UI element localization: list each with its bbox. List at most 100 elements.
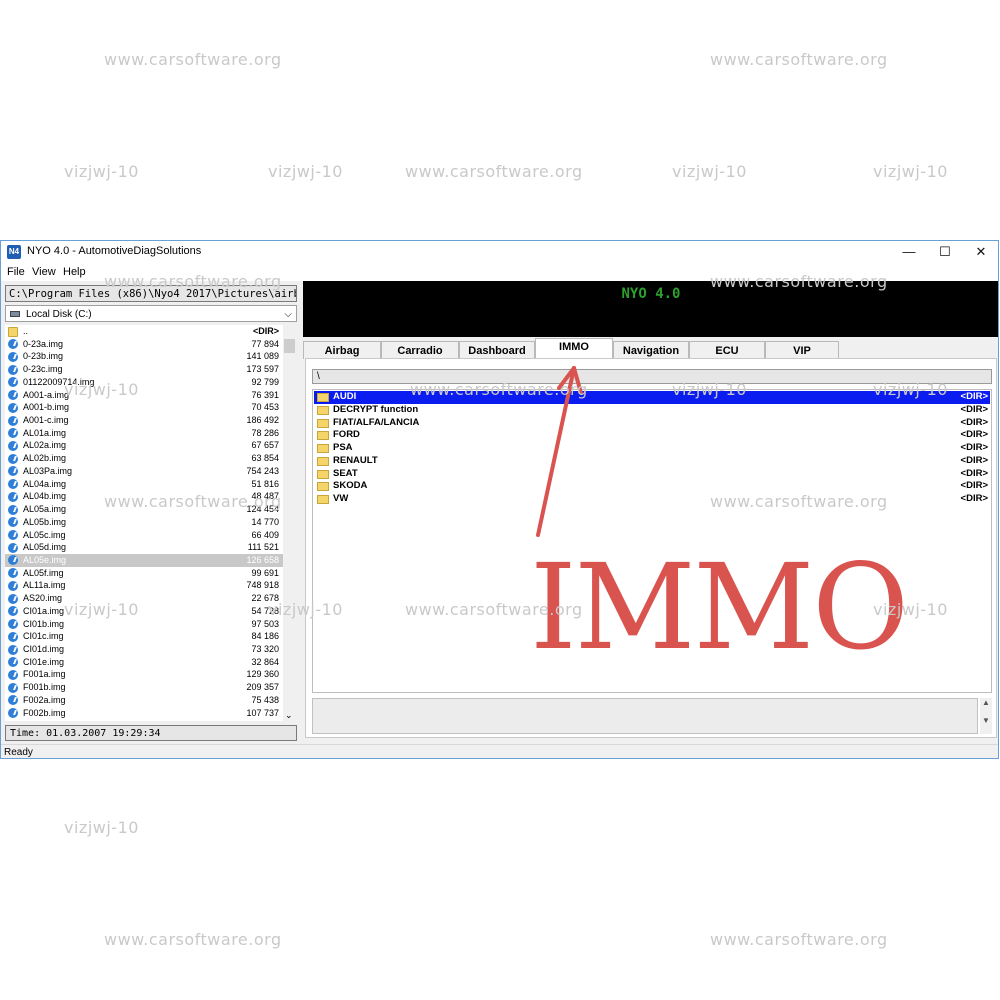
- file-icon: [8, 606, 18, 617]
- file-row[interactable]: AL05f.img 99 691: [5, 567, 283, 580]
- window-title: NYO 4.0 - AutomotiveDiagSolutions: [27, 245, 202, 257]
- file-size: 63 854: [251, 453, 279, 464]
- file-size: 754 243: [246, 465, 279, 476]
- watermark: vizjwj-10: [268, 162, 343, 181]
- file-name: A001-a.img: [23, 389, 70, 400]
- watermark: vizjwj-10: [268, 600, 343, 619]
- file-size: 77 894: [251, 338, 279, 349]
- file-row[interactable]: AL05c.img 66 409: [5, 529, 283, 542]
- file-row[interactable]: AL02b.img 63 854: [5, 452, 283, 465]
- file-row[interactable]: F001b.img 209 357: [5, 681, 283, 694]
- watermark: vizjwj-10: [672, 380, 747, 399]
- file-row[interactable]: A001-c.img 186 492: [5, 414, 283, 427]
- file-row[interactable]: 0-23a.img 77 894: [5, 338, 283, 351]
- menu-help[interactable]: Help: [63, 266, 86, 278]
- menu-file[interactable]: File: [7, 266, 25, 278]
- file-size: 111 521: [247, 542, 279, 553]
- message-box[interactable]: [312, 698, 978, 734]
- file-row[interactable]: A001-b.img 70 453: [5, 401, 283, 414]
- file-name: AL04b.img: [23, 491, 67, 502]
- tab-dashboard[interactable]: Dashboard: [459, 341, 535, 359]
- tab-bar: Airbag Carradio Dashboard IMMO Navigation ECU…: [303, 338, 998, 359]
- file-row[interactable]: AL11a.img 748 918: [5, 579, 283, 592]
- file-size: 141 089: [246, 351, 279, 362]
- file-row[interactable]: CI01a.img 54 728: [5, 605, 283, 618]
- file-icon: [8, 491, 18, 502]
- menu-view[interactable]: View: [32, 266, 56, 278]
- dir-tag: <DIR>: [960, 416, 988, 428]
- folder-icon: [317, 431, 329, 441]
- file-row[interactable]: CI01e.img 32 864: [5, 656, 283, 669]
- file-row[interactable]: 0-23b.img 141 089: [5, 350, 283, 363]
- file-row[interactable]: F002b.img 107 737: [5, 707, 283, 720]
- file-name: F002b.img: [23, 707, 66, 718]
- file-row[interactable]: CI01d.img 73 320: [5, 643, 283, 656]
- dir-row[interactable]: FORD <DIR>: [314, 429, 990, 442]
- dir-row[interactable]: RENAULT <DIR>: [314, 455, 990, 468]
- drive-select[interactable]: Local Disk (C:) ⌵: [5, 305, 297, 322]
- file-icon: [8, 479, 18, 490]
- dir-tag: <DIR>: [960, 429, 988, 441]
- dir-tag: <DIR>: [960, 493, 988, 504]
- file-name: AL05f.img: [23, 567, 64, 578]
- file-icon: [8, 364, 18, 375]
- file-icon: [8, 428, 18, 439]
- file-row[interactable]: AS20.img 22 678: [5, 592, 283, 605]
- file-size: 76 391: [251, 389, 279, 400]
- file-list-scrollbar[interactable]: ⌄: [283, 325, 296, 721]
- dir-name: SEAT: [333, 467, 358, 479]
- title-bar[interactable]: N4 NYO 4.0 - AutomotiveDiagSolutions — ☐…: [1, 241, 998, 263]
- dir-row[interactable]: SEAT <DIR>: [314, 468, 990, 481]
- chevron-down-icon[interactable]: ⌵: [284, 306, 292, 323]
- tab-immo[interactable]: IMMO: [535, 338, 613, 359]
- tab-airbag[interactable]: Airbag: [303, 341, 381, 359]
- status-bar: Ready: [1, 744, 998, 758]
- file-name: AL04a.img: [23, 478, 67, 489]
- file-row[interactable]: CI01c.img 84 186: [5, 630, 283, 643]
- tab-carradio[interactable]: Carradio: [381, 341, 459, 359]
- dir-row[interactable]: FIAT/ALFA/LANCIA <DIR>: [314, 417, 990, 430]
- file-icon: [8, 657, 18, 668]
- file-name: CI01a.img: [23, 605, 65, 616]
- file-icon: [8, 631, 18, 642]
- file-name: F001a.img: [23, 669, 66, 680]
- message-scrollbar[interactable]: ▲ ▼: [980, 698, 992, 734]
- scroll-down-icon[interactable]: ⌄: [285, 710, 293, 721]
- tab-navigation[interactable]: Navigation: [613, 341, 689, 359]
- file-size: 748 918: [246, 580, 279, 591]
- file-row[interactable]: F001a.img 129 360: [5, 668, 283, 681]
- file-row[interactable]: AL05d.img 111 521: [5, 541, 283, 554]
- tab-ecu[interactable]: ECU: [689, 341, 765, 359]
- minimize-button[interactable]: —: [891, 241, 927, 263]
- file-icon: [8, 682, 18, 693]
- file-row[interactable]: 0-23c.img 173 597: [5, 363, 283, 376]
- dir-tag: <DIR>: [960, 454, 988, 466]
- file-row[interactable]: AL05b.img 14 770: [5, 516, 283, 529]
- file-row[interactable]: F002a.img 75 438: [5, 694, 283, 707]
- file-row[interactable]: AL04a.img 51 816: [5, 478, 283, 491]
- file-size: 186 492: [246, 415, 279, 426]
- scroll-thumb[interactable]: [284, 339, 295, 353]
- file-icon: [8, 542, 18, 553]
- maximize-button[interactable]: ☐: [927, 241, 963, 263]
- file-row[interactable]: CI01b.img 97 503: [5, 618, 283, 631]
- file-row[interactable]: AL02a.img 67 657: [5, 439, 283, 452]
- dir-row[interactable]: DECRYPT function <DIR>: [314, 404, 990, 417]
- watermark: vizjwj-10: [64, 600, 139, 619]
- file-row[interactable]: 01122009714.img 92 799: [5, 376, 283, 389]
- file-icon: [8, 339, 18, 350]
- dir-row[interactable]: SKODA <DIR>: [314, 480, 990, 493]
- watermark: vizjwj-10: [64, 162, 139, 181]
- file-row[interactable]: AL03Pa.img 754 243: [5, 465, 283, 478]
- dir-row[interactable]: PSA <DIR>: [314, 442, 990, 455]
- tab-vip[interactable]: VIP: [765, 341, 839, 359]
- file-row[interactable]: .. <DIR>: [5, 325, 283, 338]
- file-name: F002a.img: [23, 694, 66, 705]
- file-row[interactable]: AL05e.img 126 658: [5, 553, 283, 567]
- file-list[interactable]: .. <DIR> 0-23a.img 77 894 0-23b.img 141 089 0-…: [5, 325, 283, 721]
- file-row[interactable]: AL01a.img 78 286: [5, 427, 283, 440]
- dir-row[interactable]: VW <DIR>: [314, 493, 990, 506]
- file-size: 78 286: [251, 427, 279, 438]
- file-row[interactable]: A001-a.img 76 391: [5, 389, 283, 402]
- close-button[interactable]: ✕: [963, 241, 998, 263]
